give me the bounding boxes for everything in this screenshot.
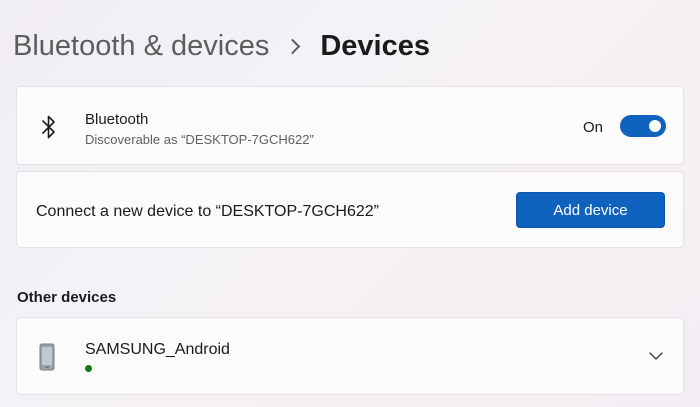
- breadcrumb: Bluetooth & devices Devices: [13, 25, 430, 67]
- device-status-dot: [85, 365, 92, 372]
- chevron-down-icon[interactable]: [647, 347, 665, 365]
- connect-card: Connect a new device to “DESKTOP-7GCH622…: [16, 171, 684, 248]
- connect-new-device-text: Connect a new device to “DESKTOP-7GCH622…: [36, 203, 379, 220]
- device-list-item[interactable]: SAMSUNG_Android: [16, 317, 684, 395]
- breadcrumb-parent-link[interactable]: Bluetooth & devices: [13, 30, 269, 63]
- bluetooth-toggle[interactable]: [620, 115, 666, 137]
- bluetooth-discoverable-text: Discoverable as “DESKTOP-7GCH622”: [85, 132, 314, 147]
- chevron-right-icon: [285, 38, 301, 54]
- bluetooth-card: Bluetooth Discoverable as “DESKTOP-7GCH6…: [16, 86, 684, 165]
- phone-icon: [39, 343, 55, 371]
- toggle-knob: [649, 120, 661, 132]
- bluetooth-toggle-label: On: [583, 119, 604, 136]
- other-devices-heading: Other devices: [17, 289, 117, 306]
- page-title: Devices: [320, 29, 430, 62]
- device-name: SAMSUNG_Android: [85, 341, 230, 358]
- bluetooth-icon: [42, 115, 55, 139]
- bluetooth-title: Bluetooth: [85, 111, 149, 128]
- add-device-button[interactable]: Add device: [516, 192, 665, 228]
